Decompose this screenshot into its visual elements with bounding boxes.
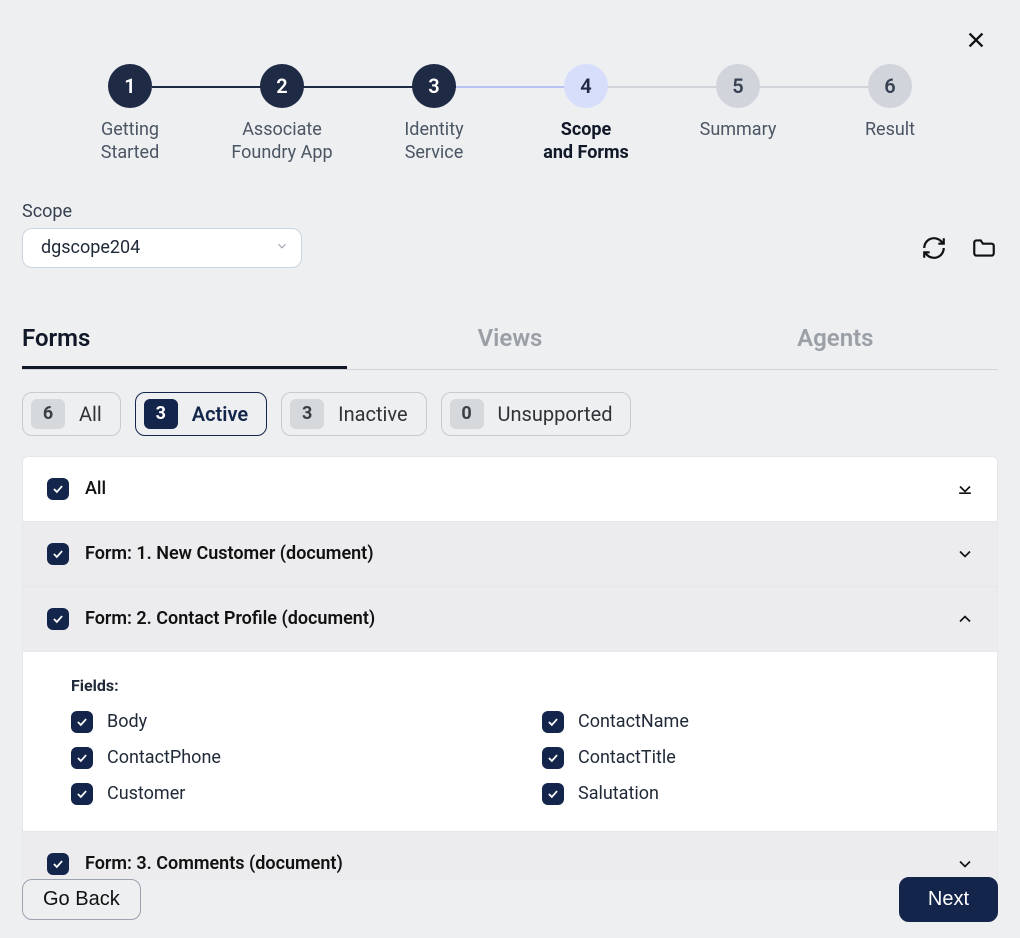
filter-label: Unsupported — [498, 402, 613, 426]
filter-count: 3 — [290, 399, 324, 429]
step-label: Identity Service — [404, 118, 463, 165]
checkbox-all[interactable] — [47, 478, 69, 500]
step-number: 1 — [108, 64, 152, 108]
fields-title: Fields: — [71, 676, 973, 695]
step-label: Scope and Forms — [543, 118, 629, 165]
checkbox[interactable] — [47, 608, 69, 630]
row-label: All — [85, 478, 937, 499]
filter-active[interactable]: 3 Active — [135, 392, 267, 436]
field-label: ContactName — [578, 711, 689, 732]
list-row-all[interactable]: All — [23, 457, 997, 521]
chevron-down-icon — [955, 544, 975, 564]
field-item: ContactName — [542, 711, 973, 733]
go-back-button[interactable]: Go Back — [22, 879, 141, 920]
scope-label: Scope — [22, 201, 998, 222]
step-3[interactable]: 3 Identity Service — [358, 64, 510, 165]
filter-label: All — [79, 402, 102, 426]
field-item: Salutation — [542, 783, 973, 805]
tab-forms[interactable]: Forms — [22, 312, 347, 369]
field-item: ContactTitle — [542, 747, 973, 769]
row-label: Form: 1. New Customer (document) — [85, 543, 937, 564]
step-label: Result — [865, 118, 915, 141]
checkbox[interactable] — [71, 747, 93, 769]
list-row-3[interactable]: Form: 3. Comments (document) — [23, 831, 997, 880]
filter-chips: 6 All 3 Active 3 Inactive 0 Unsupported — [22, 392, 998, 436]
tab-agents[interactable]: Agents — [673, 312, 998, 369]
step-number: 5 — [716, 64, 760, 108]
step-number: 2 — [260, 64, 304, 108]
wizard-footer: Go Back Next — [22, 877, 998, 922]
checkbox[interactable] — [542, 711, 564, 733]
step-5[interactable]: 5 Summary — [662, 64, 814, 141]
step-4[interactable]: 4 Scope and Forms — [510, 64, 662, 165]
checkbox[interactable] — [47, 853, 69, 875]
step-number: 4 — [564, 64, 608, 108]
row-label: Form: 2. Contact Profile (document) — [85, 608, 937, 629]
checkbox[interactable] — [71, 783, 93, 805]
step-label: Associate Foundry App — [231, 118, 332, 165]
chevron-down-icon — [275, 237, 289, 258]
field-item: Customer — [71, 783, 502, 805]
step-number: 3 — [412, 64, 456, 108]
folder-icon — [971, 235, 997, 261]
refresh-icon — [921, 235, 947, 261]
list-row-2[interactable]: Form: 2. Contact Profile (document) — [23, 586, 997, 651]
filter-count: 6 — [31, 399, 65, 429]
scope-selected-value: dgscope204 — [41, 237, 140, 258]
folder-button[interactable] — [970, 234, 998, 262]
field-label: Customer — [107, 783, 185, 804]
next-button[interactable]: Next — [899, 877, 998, 922]
forms-list: All Form: 1. New Customer (document) For… — [22, 456, 998, 880]
step-6[interactable]: 6 Result — [814, 64, 966, 141]
chevron-down-icon — [955, 854, 975, 874]
expand-toggle[interactable] — [953, 852, 977, 876]
checkbox[interactable] — [71, 711, 93, 733]
wizard-stepper: 1 Getting Started 2 Associate Foundry Ap… — [0, 0, 1020, 185]
step-number: 6 — [868, 64, 912, 108]
checkbox[interactable] — [47, 543, 69, 565]
scope-select[interactable]: dgscope204 — [22, 228, 302, 268]
chevron-up-icon — [955, 609, 975, 629]
expand-toggle[interactable] — [953, 542, 977, 566]
field-item: Body — [71, 711, 502, 733]
expand-all-toggle[interactable] — [953, 477, 977, 501]
field-item: ContactPhone — [71, 747, 502, 769]
refresh-button[interactable] — [920, 234, 948, 262]
content-tabs: Forms Views Agents — [22, 312, 998, 370]
field-label: ContactTitle — [578, 747, 676, 768]
field-label: ContactPhone — [107, 747, 221, 768]
row-label: Form: 3. Comments (document) — [85, 853, 937, 874]
filter-label: Inactive — [338, 402, 407, 426]
filter-inactive[interactable]: 3 Inactive — [281, 392, 426, 436]
fields-panel: Fields: Body ContactName ContactPhone Co… — [23, 651, 997, 831]
collapse-toggle[interactable] — [953, 607, 977, 631]
filter-count: 0 — [450, 399, 484, 429]
filter-count: 3 — [144, 399, 178, 429]
list-row-1[interactable]: Form: 1. New Customer (document) — [23, 521, 997, 586]
main-content: Scope dgscope204 Forms Views Agents 6 Al… — [0, 185, 1020, 880]
tab-views[interactable]: Views — [347, 312, 672, 369]
field-label: Salutation — [578, 783, 659, 804]
checkbox[interactable] — [542, 783, 564, 805]
step-2[interactable]: 2 Associate Foundry App — [206, 64, 358, 165]
expand-all-icon — [955, 479, 975, 499]
filter-all[interactable]: 6 All — [22, 392, 121, 436]
step-1[interactable]: 1 Getting Started — [54, 64, 206, 165]
step-label: Summary — [700, 118, 777, 141]
step-label: Getting Started — [101, 118, 160, 165]
field-label: Body — [107, 711, 147, 732]
filter-unsupported[interactable]: 0 Unsupported — [441, 392, 632, 436]
filter-label: Active — [192, 402, 248, 426]
checkbox[interactable] — [542, 747, 564, 769]
